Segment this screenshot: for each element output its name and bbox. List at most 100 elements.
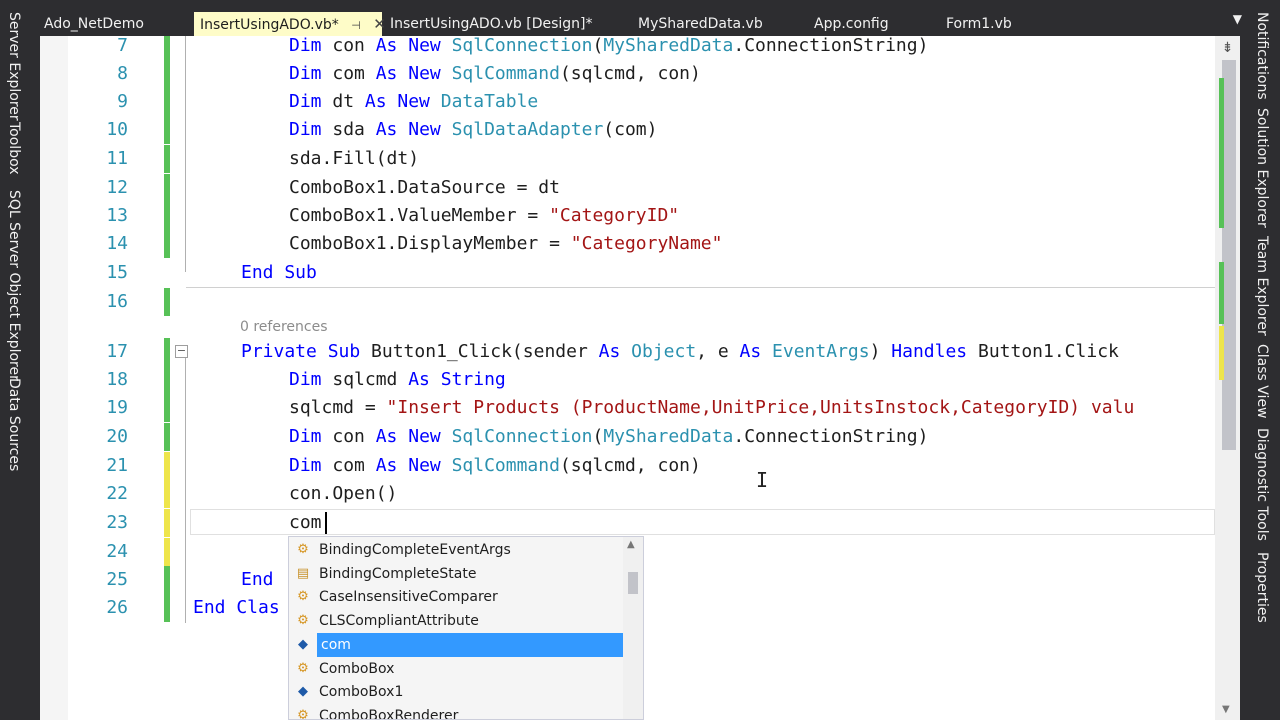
intellisense-completion-list[interactable]: ⚙ BindingCompleteEventArgs ▤ BindingComplet… [288, 536, 644, 720]
tab-app-config[interactable]: App.config [808, 12, 928, 36]
class-view-tab[interactable]: Class View [1254, 344, 1270, 419]
code-text[interactable]: ComboBox1.DisplayMember = "CategoryName" [289, 230, 722, 258]
data-sources-tab[interactable]: Data Sources [6, 378, 22, 471]
tab-dropdown-icon[interactable]: ▼ [1233, 12, 1242, 26]
code-text[interactable]: ComboBox1.DataSource = dt [289, 174, 560, 202]
completion-item[interactable]: ⚙ CaseInsensitiveComparer [289, 585, 623, 609]
pin-icon[interactable]: ⊣ [351, 19, 361, 32]
codelens-references[interactable]: 0 references [240, 319, 328, 335]
code-text[interactable]: com [289, 509, 322, 537]
code-text[interactable]: End Sub [241, 259, 317, 287]
code-line[interactable]: 23 com [40, 509, 1240, 537]
code-text[interactable]: Dim sqlcmd As String [289, 366, 506, 394]
completion-item[interactable]: ◆ com [289, 632, 627, 657]
scrollbar-thumb[interactable] [1222, 60, 1236, 450]
properties-tab[interactable]: Properties [1254, 552, 1270, 623]
code-line[interactable]: 9 Dim dt As New DataTable [40, 88, 1240, 116]
code-line[interactable]: 10 Dim sda As New SqlDataAdapter(com) [40, 116, 1240, 144]
change-indicator [164, 88, 170, 116]
code-line[interactable]: 21 Dim com As New SqlCommand(sqlcmd, con) [40, 452, 1240, 480]
tab-insertusingado-design[interactable]: InsertUsingADO.vb [Design]* [384, 12, 624, 36]
code-line[interactable]: 19 sqlcmd = "Insert Products (ProductName… [40, 394, 1240, 422]
code-line[interactable]: 18 Dim sqlcmd As String [40, 366, 1240, 394]
line-number: 21 [106, 455, 128, 476]
code-line[interactable]: 22 con.Open() [40, 480, 1240, 508]
code-text[interactable]: Dim sda As New SqlDataAdapter(com) [289, 116, 657, 144]
code-line[interactable]: 13 ComboBox1.ValueMember = "CategoryID" [40, 202, 1240, 230]
solution-explorer-tab[interactable]: Solution Explorer [1254, 108, 1270, 228]
code-text[interactable]: Private Sub Button1_Click(sender As Obje… [241, 338, 1119, 366]
code-text[interactable]: End Clas [193, 594, 280, 622]
notifications-tab[interactable]: Notifications [1254, 12, 1270, 100]
completion-scrollbar[interactable] [623, 537, 643, 719]
tab-label: InsertUsingADO.vb [Design]* [390, 16, 593, 32]
class-icon: ⚙ [297, 589, 309, 605]
tab-label: Ado_NetDemo [44, 16, 144, 32]
completion-item-label: CLSCompliantAttribute [319, 613, 479, 630]
completion-item[interactable]: ⚙ CLSCompliantAttribute [289, 609, 623, 633]
code-line[interactable]: 15 End Sub [40, 259, 1240, 287]
code-text[interactable]: Dim com As New SqlCommand(sqlcmd, con) [289, 452, 701, 480]
change-indicator [164, 174, 170, 202]
toolbox-tab[interactable]: Toolbox [6, 122, 22, 175]
class-icon: ⚙ [297, 707, 309, 720]
line-number: 24 [106, 541, 128, 562]
code-text[interactable]: Dim com As New SqlCommand(sqlcmd, con) [289, 60, 701, 88]
change-indicator [164, 423, 170, 451]
change-indicator [164, 145, 170, 173]
tab-insertusingado-vb[interactable]: InsertUsingADO.vb* ⊣ ✕ [194, 12, 386, 36]
change-indicator [164, 480, 170, 508]
scroll-up-arrow-icon[interactable]: ▲ [627, 539, 635, 550]
code-line[interactable]: 8 Dim com As New SqlCommand(sqlcmd, con) [40, 60, 1240, 88]
ibeam-cursor-icon: I [756, 468, 769, 492]
enum-icon: ▤ [296, 565, 310, 581]
completion-item[interactable]: ⚙ ComboBox [289, 657, 623, 681]
code-line[interactable]: 12 ComboBox1.DataSource = dt [40, 174, 1240, 202]
scrollbar-change-marker [1219, 326, 1224, 380]
scroll-down-arrow-icon[interactable]: ▼ [1222, 704, 1230, 715]
completion-item-label: ComboBoxRenderer [319, 707, 459, 720]
code-text[interactable]: con.Open() [289, 480, 397, 508]
code-text[interactable]: Dim con As New SqlConnection(MySharedDat… [289, 36, 928, 60]
completion-item[interactable]: ⚙ ComboBoxRenderer [289, 704, 623, 720]
code-text[interactable]: sda.Fill(dt) [289, 145, 419, 173]
server-explorer-tab[interactable]: Server Explorer [6, 12, 22, 121]
change-indicator [164, 394, 170, 422]
code-line[interactable]: 16 [40, 288, 1240, 316]
team-explorer-tab[interactable]: Team Explorer [1254, 236, 1270, 336]
code-line[interactable]: 7 Dim con As New SqlConnection(MySharedDa… [40, 36, 1240, 60]
tab-ado-netdemo[interactable]: Ado_NetDemo [38, 12, 188, 36]
line-number: 18 [106, 369, 128, 390]
tab-mysharedata[interactable]: MySharedData.vb [632, 12, 792, 36]
completion-item[interactable]: ▤ BindingCompleteState [289, 562, 623, 586]
diagnostic-tools-tab[interactable]: Diagnostic Tools [1254, 428, 1270, 541]
code-line[interactable]: 20 Dim con As New SqlConnection(MySharedD… [40, 423, 1240, 451]
change-indicator [164, 566, 170, 594]
line-number: 12 [106, 177, 128, 198]
line-number: 14 [106, 233, 128, 254]
document-tab-bar: Ado_NetDemo InsertUsingADO.vb* ⊣ ✕ Inser… [38, 10, 1248, 36]
completion-item[interactable]: ◆ ComboBox1 [289, 680, 623, 704]
tab-form1-vb[interactable]: Form1.vb [940, 12, 1060, 36]
line-number: 7 [117, 36, 128, 56]
class-icon: ⚙ [297, 613, 309, 629]
code-text[interactable]: ComboBox1.ValueMember = "CategoryID" [289, 202, 679, 230]
code-line[interactable]: 14 ComboBox1.DisplayMember = "CategoryNam… [40, 230, 1240, 258]
change-indicator [164, 594, 170, 622]
completion-item-label: CaseInsensitiveComparer [319, 589, 498, 606]
left-tool-strip: Server Explorer Toolbox SQL Server Objec… [0, 0, 38, 720]
code-text[interactable]: Dim con As New SqlConnection(MySharedDat… [289, 423, 928, 451]
code-text[interactable]: sqlcmd = "Insert Products (ProductName,U… [289, 394, 1134, 422]
tab-label: Form1.vb [946, 16, 1012, 32]
change-indicator [164, 202, 170, 230]
completion-item[interactable]: ⚙ BindingCompleteEventArgs [289, 538, 623, 562]
line-number: 17 [106, 341, 128, 362]
code-text[interactable]: Dim dt As New DataTable [289, 88, 538, 116]
split-window-icon[interactable]: ⇟ [1219, 40, 1236, 58]
code-line[interactable]: 11 sda.Fill(dt) [40, 145, 1240, 173]
line-number: 10 [106, 119, 128, 140]
sql-server-object-explorer-tab[interactable]: SQL Server Object Explorer [6, 190, 22, 381]
code-text[interactable]: End [241, 566, 274, 594]
completion-scroll-thumb[interactable] [628, 572, 638, 594]
code-line[interactable]: 17 Private Sub Button1_Click(sender As Ob… [40, 338, 1240, 366]
